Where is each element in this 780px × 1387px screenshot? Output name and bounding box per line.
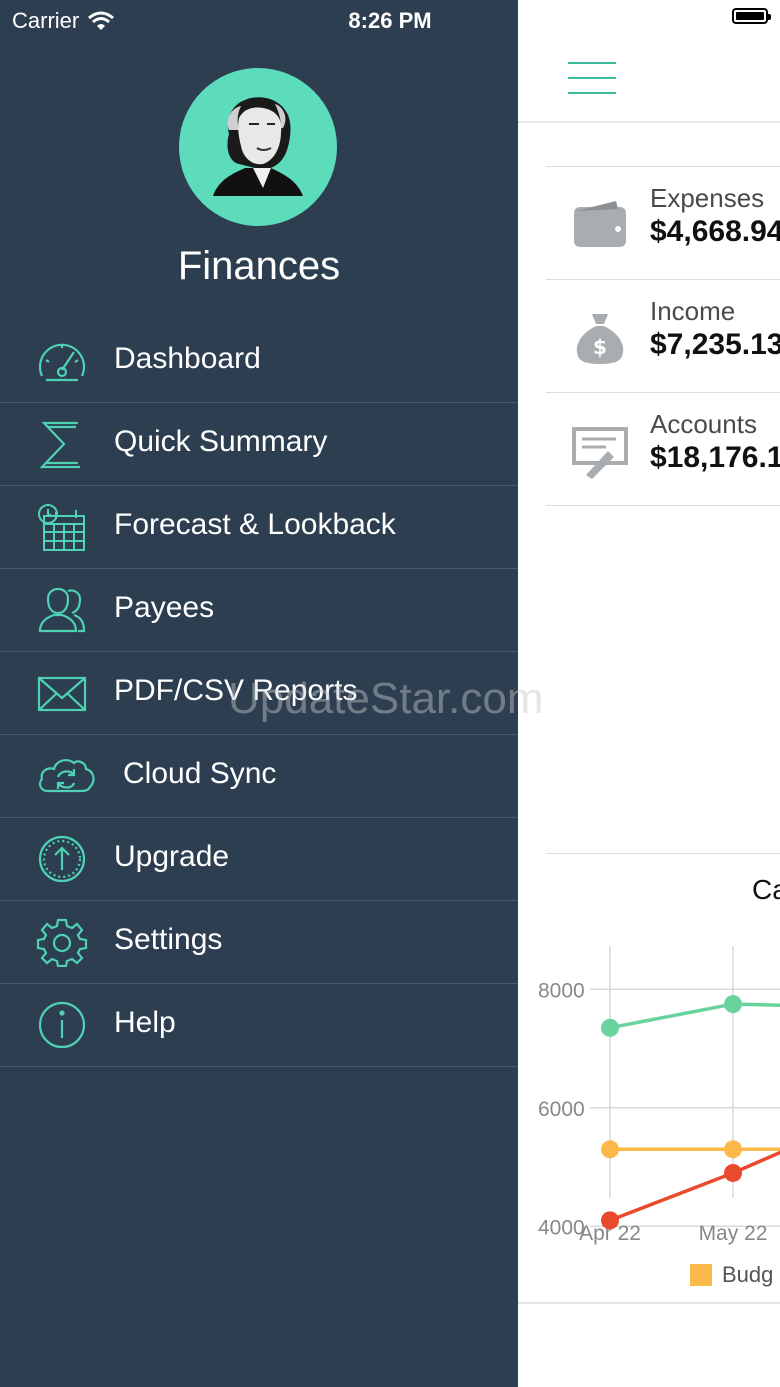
hamburger-menu-button[interactable]	[568, 60, 616, 96]
summary-label: Income	[650, 296, 736, 326]
bottom-divider	[518, 1302, 780, 1304]
chart-series-line	[609, 1002, 780, 1030]
menu-item-dashboard[interactable]: Dashboard	[0, 320, 518, 403]
summary-row-accounts[interactable]: Accounts $18,176.16	[546, 392, 780, 506]
menu-label: Upgrade	[114, 840, 230, 873]
chart-title: Ca	[752, 874, 780, 905]
side-drawer: Carrier Finances Dashboard Quick Summary…	[0, 0, 518, 1387]
summary-row-income[interactable]: $ Income $7,235.13	[546, 279, 780, 392]
avatar[interactable]	[179, 68, 337, 226]
summary-label: Accounts	[650, 409, 757, 439]
menu-item-forecast-lookback[interactable]: Forecast & Lookback	[0, 486, 518, 569]
chart-legend: Budg	[690, 1262, 773, 1288]
washington-portrait-icon	[213, 97, 303, 196]
menu-label: PDF/CSV Reports	[114, 674, 358, 707]
chart-y-tick-label: 6000	[538, 1098, 585, 1121]
chart-data-point	[724, 995, 742, 1014]
menu-label: Help	[114, 1006, 176, 1039]
summary-value: $4,668.94	[650, 215, 780, 248]
menu-item-upgrade[interactable]: Upgrade	[0, 818, 518, 901]
legend-label: Budg	[722, 1262, 774, 1287]
drawer-menu: Dashboard Quick Summary Forecast & Lookb…	[0, 320, 518, 1067]
chart-data-point	[601, 1018, 619, 1037]
summary-value: $7,235.13	[650, 328, 780, 361]
summary-label: Expenses	[650, 183, 765, 213]
upload-circle-icon	[38, 835, 86, 883]
menu-item-payees[interactable]: Payees	[0, 569, 518, 652]
menu-item-cloud-sync[interactable]: Cloud Sync	[0, 735, 518, 818]
info-icon	[38, 1001, 86, 1049]
chart-divider	[546, 853, 780, 854]
money-bag-icon: $	[576, 314, 624, 364]
gear-icon	[36, 918, 88, 967]
chart-data-point	[724, 1163, 742, 1182]
check-pen-icon	[572, 427, 628, 479]
legend-swatch	[690, 1264, 712, 1286]
menu-label: Dashboard	[114, 342, 261, 375]
menu-label: Forecast & Lookback	[114, 508, 396, 541]
menu-item-help[interactable]: Help	[0, 984, 518, 1067]
chart-series-line	[609, 1150, 780, 1223]
sigma-icon	[39, 421, 80, 469]
menu-label: Quick Summary	[114, 425, 328, 458]
envelope-icon	[37, 676, 87, 712]
menu-item-quick-summary[interactable]: Quick Summary	[0, 403, 518, 486]
summary-list: Expenses $4,668.94 $ Income $7,235.13 Ac…	[546, 166, 780, 506]
menu-label: Payees	[114, 591, 215, 624]
cloud-sync-icon	[38, 759, 95, 793]
chart-y-tick-label: 4000	[538, 1216, 585, 1239]
main-content: Expenses $4,668.94 $ Income $7,235.13 Ac…	[518, 0, 780, 1387]
menu-item-reports[interactable]: PDF/CSV Reports	[0, 652, 518, 735]
topbar-divider	[518, 121, 780, 123]
calendar-clock-icon	[38, 504, 85, 551]
summary-row-expenses[interactable]: Expenses $4,668.94	[546, 166, 780, 279]
status-time: 8:26 PM	[348, 8, 432, 33]
chart-x-tick-label: May 22	[699, 1222, 768, 1245]
menu-label: Settings	[114, 923, 223, 956]
summary-value: $18,176.16	[650, 441, 780, 474]
line-chart: 400060008000Apr 22May 22Jun 22	[538, 946, 780, 1245]
app-title: Finances	[177, 244, 341, 288]
chart-data-point	[601, 1140, 619, 1159]
chart-data-point	[724, 1140, 742, 1159]
chart-data-point	[601, 1211, 619, 1230]
menu-label: Cloud Sync	[123, 757, 277, 790]
speedometer-icon	[38, 343, 86, 382]
chart-y-tick-label: 8000	[538, 979, 585, 1002]
svg-text:$: $	[593, 335, 607, 359]
wallet-icon	[574, 201, 626, 247]
menu-item-settings[interactable]: Settings	[0, 901, 518, 984]
users-icon	[38, 587, 86, 633]
